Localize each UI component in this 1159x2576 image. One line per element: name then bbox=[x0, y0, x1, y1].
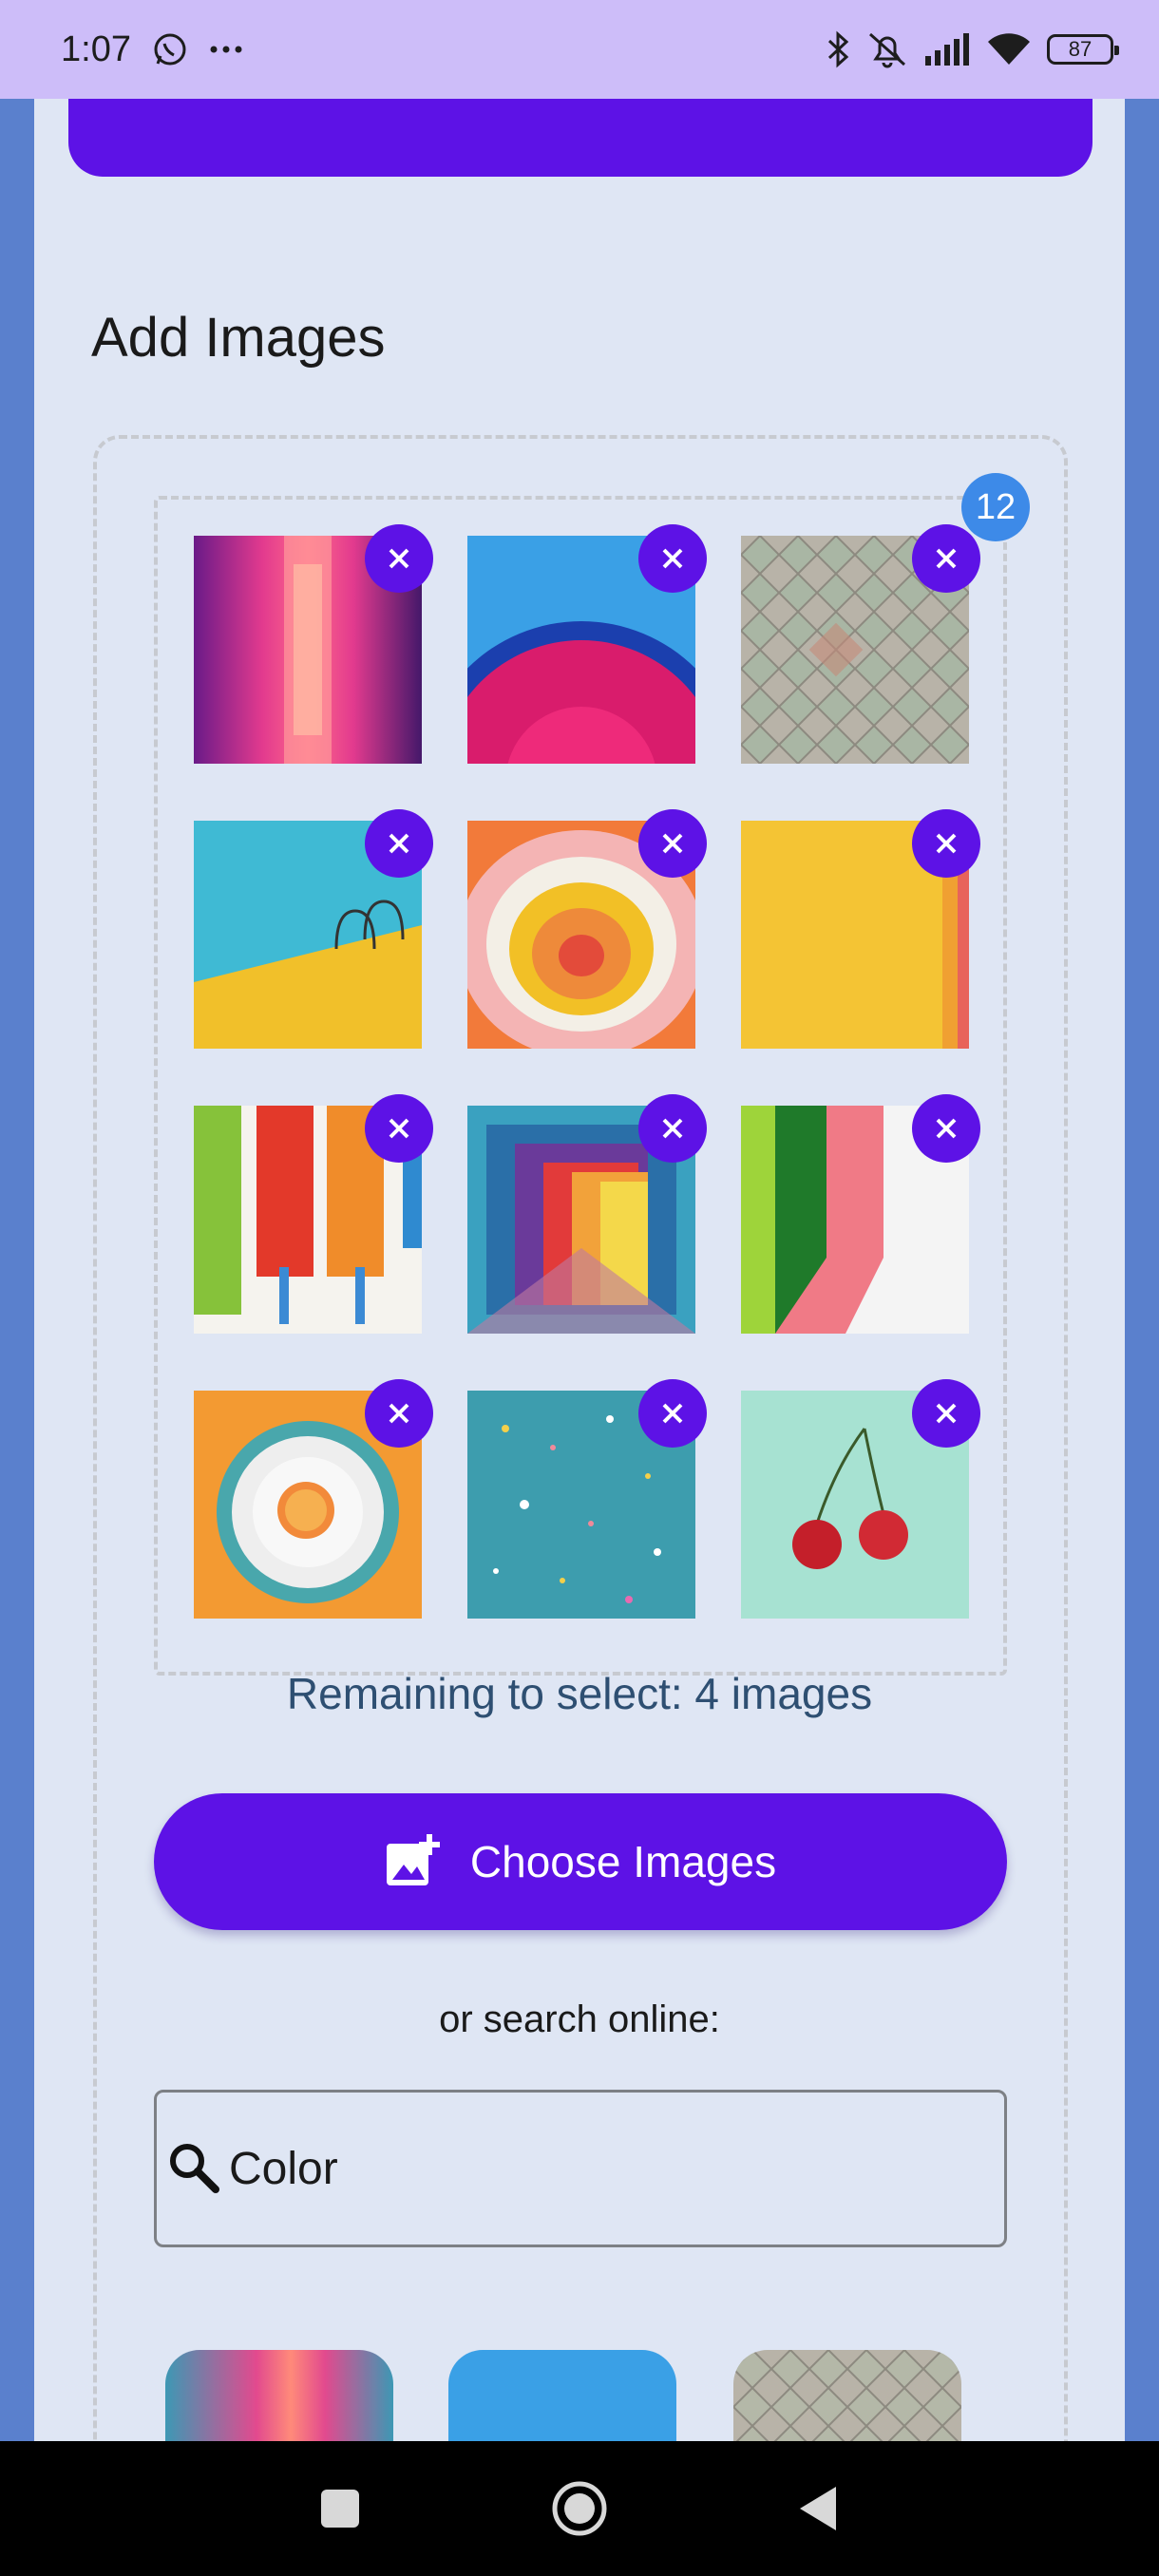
mute-icon bbox=[866, 30, 908, 68]
close-icon bbox=[389, 548, 409, 569]
remove-image-11-button[interactable] bbox=[638, 1379, 707, 1448]
add-photo-icon bbox=[386, 1834, 440, 1885]
whatsapp-icon bbox=[152, 31, 188, 67]
navigation-bar bbox=[0, 2441, 1159, 2576]
close-icon bbox=[662, 1403, 683, 1424]
close-icon bbox=[936, 833, 957, 854]
search-field[interactable] bbox=[154, 2090, 1007, 2247]
remove-image-7-button[interactable] bbox=[365, 1094, 433, 1163]
remove-image-1-button[interactable] bbox=[365, 524, 433, 593]
close-icon bbox=[662, 1118, 683, 1139]
close-icon bbox=[389, 1403, 409, 1424]
remaining-text: Remaining to select: 4 images bbox=[286, 1669, 873, 1718]
search-online-label: or search online: bbox=[439, 1998, 720, 2040]
top-action-button[interactable] bbox=[68, 99, 1092, 177]
remove-image-10-button[interactable] bbox=[365, 1379, 433, 1448]
remove-image-6-button[interactable] bbox=[912, 809, 980, 878]
main-panel: Add Images 12 Remaining to select: 4 ima… bbox=[34, 99, 1125, 2441]
close-icon bbox=[389, 1118, 409, 1139]
search-result-1[interactable] bbox=[165, 2350, 393, 2441]
search-result-3[interactable] bbox=[733, 2350, 961, 2441]
status-left: 1:07 bbox=[61, 29, 243, 70]
close-icon bbox=[936, 1118, 957, 1139]
close-icon bbox=[662, 833, 683, 854]
signal-icon bbox=[923, 33, 971, 66]
battery-level: 87 bbox=[1068, 37, 1092, 61]
status-right: 87 bbox=[826, 30, 1121, 68]
remove-image-12-button[interactable] bbox=[912, 1379, 980, 1448]
remove-image-9-button[interactable] bbox=[912, 1094, 980, 1163]
search-icon bbox=[170, 2144, 219, 2193]
wifi-icon bbox=[986, 32, 1032, 66]
selected-count-badge: 12 bbox=[961, 473, 1030, 541]
remove-image-2-button[interactable] bbox=[638, 524, 707, 593]
bluetooth-icon bbox=[826, 30, 851, 68]
choose-images-label: Choose Images bbox=[469, 1837, 777, 1886]
section-title: Add Images bbox=[91, 307, 386, 369]
recents-icon[interactable] bbox=[319, 2488, 361, 2529]
remove-image-5-button[interactable] bbox=[638, 809, 707, 878]
back-icon[interactable] bbox=[798, 2485, 840, 2532]
choose-images-button[interactable]: Choose Images bbox=[154, 1793, 1007, 1930]
home-icon[interactable] bbox=[551, 2480, 608, 2537]
close-icon bbox=[389, 833, 409, 854]
remove-image-8-button[interactable] bbox=[638, 1094, 707, 1163]
more-icon bbox=[209, 45, 243, 54]
status-bar: 1:07 87 bbox=[0, 0, 1159, 99]
remove-image-3-button[interactable] bbox=[912, 524, 980, 593]
close-icon bbox=[936, 548, 957, 569]
search-input[interactable] bbox=[229, 2142, 970, 2195]
battery-icon: 87 bbox=[1047, 34, 1119, 65]
close-icon bbox=[936, 1403, 957, 1424]
search-result-2[interactable] bbox=[448, 2350, 676, 2441]
remove-image-4-button[interactable] bbox=[365, 809, 433, 878]
status-time: 1:07 bbox=[61, 28, 131, 69]
close-icon bbox=[662, 548, 683, 569]
